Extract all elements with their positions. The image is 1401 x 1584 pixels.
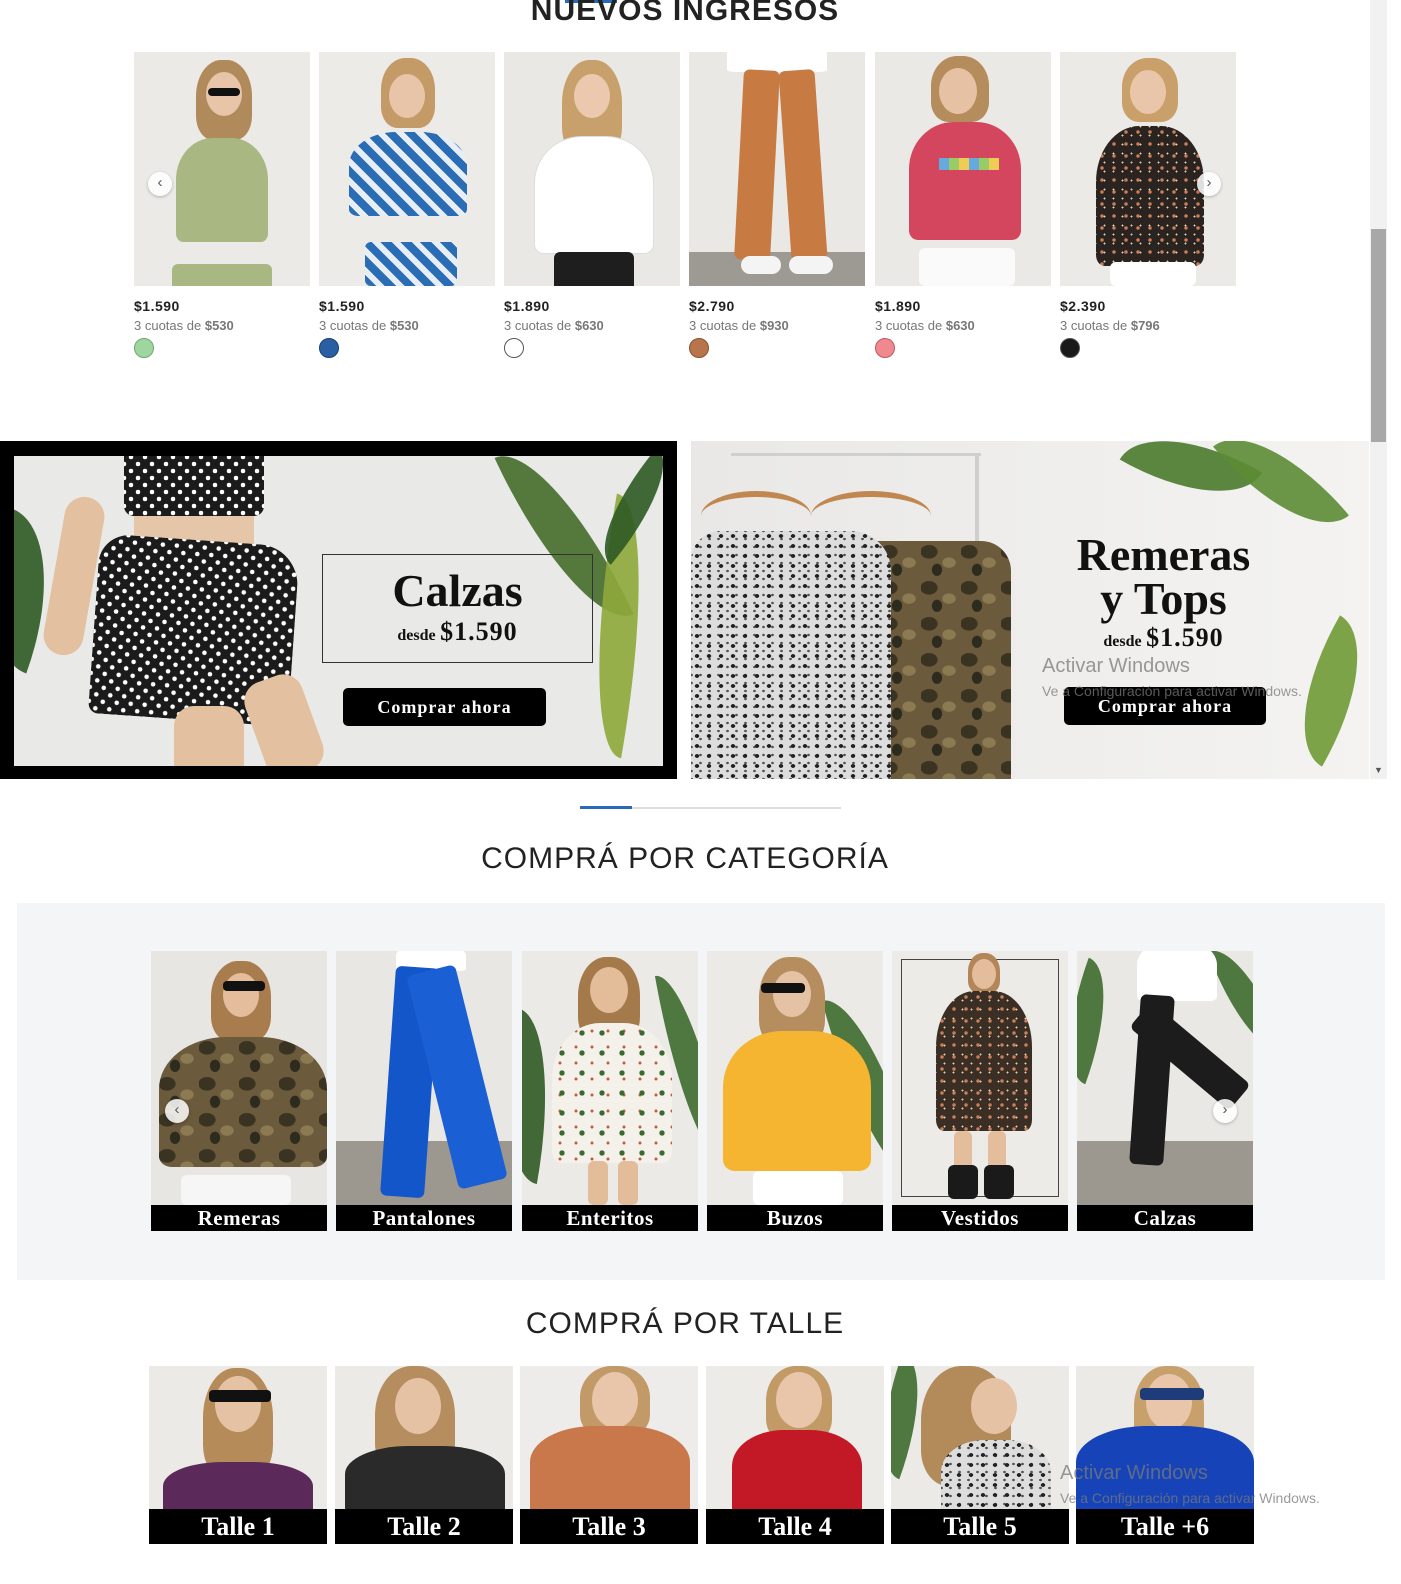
comprar-ahora-button[interactable]: Comprar ahora: [343, 688, 546, 726]
section-title-talle: COMPRÁ POR TALLE: [525, 1307, 845, 1340]
banner-price: $1.590: [440, 617, 518, 646]
product-card[interactable]: $1.590 3 cuotas de $530: [134, 52, 310, 358]
category-card-vestidos[interactable]: Vestidos: [892, 951, 1068, 1231]
product-installments: 3 cuotas de $530: [319, 318, 419, 333]
product-image[interactable]: [504, 52, 680, 286]
section-title-categoria: COMPRÁ POR CATEGORÍA: [481, 842, 889, 875]
product-card[interactable]: $2.390 3 cuotas de $796: [1060, 52, 1236, 358]
product-card[interactable]: $2.790 3 cuotas de $930: [689, 52, 865, 358]
color-swatch[interactable]: [319, 338, 339, 358]
banner-desde: desde: [1103, 633, 1142, 650]
size-card-talle-1[interactable]: Talle 1: [149, 1366, 327, 1544]
product-price: $2.390: [1060, 298, 1106, 314]
windows-activation-hint: Ve a Configuración para activar Windows.: [1042, 683, 1302, 699]
color-swatch[interactable]: [134, 338, 154, 358]
product-card[interactable]: $1.890 3 cuotas de $630: [504, 52, 680, 358]
size-label: Talle +6: [1076, 1509, 1254, 1544]
category-prev-arrow-icon[interactable]: ‹: [165, 1099, 189, 1123]
size-card-talle-4[interactable]: Talle 4: [706, 1366, 884, 1544]
product-price: $1.590: [319, 298, 365, 314]
banner-title: Remeras y Tops: [1076, 529, 1251, 624]
section-title-nuevos-ingresos: NUEVOS INGRESOS: [530, 0, 840, 27]
category-card-pantalones[interactable]: Pantalones: [336, 951, 512, 1231]
windows-activation-watermark: Activar Windows: [1060, 1462, 1208, 1484]
size-card-talle-3[interactable]: Talle 3: [520, 1366, 698, 1544]
category-label: Pantalones: [336, 1205, 512, 1231]
size-label: Talle 4: [706, 1509, 884, 1544]
size-label: Talle 3: [520, 1509, 698, 1544]
product-installments: 3 cuotas de $630: [504, 318, 604, 333]
category-label: Buzos: [707, 1205, 883, 1231]
product-price: $1.890: [504, 298, 550, 314]
category-next-arrow-icon[interactable]: ›: [1213, 1099, 1237, 1123]
product-price: $1.890: [875, 298, 921, 314]
product-card[interactable]: $1.590 3 cuotas de $530: [319, 52, 495, 358]
category-card-calzas[interactable]: Calzas: [1077, 951, 1253, 1231]
size-label: Talle 2: [335, 1509, 513, 1544]
color-swatch[interactable]: [1060, 338, 1080, 358]
product-card[interactable]: $1.890 3 cuotas de $630: [875, 52, 1051, 358]
product-installments: 3 cuotas de $796: [1060, 318, 1160, 333]
category-label: Calzas: [1077, 1205, 1253, 1231]
scroll-down-arrow-icon[interactable]: ▼: [1370, 762, 1387, 778]
banner-calzas[interactable]: Calzas desde $1.590 Comprar ahora: [0, 441, 677, 779]
size-label: Talle 5: [891, 1509, 1069, 1544]
scrollbar-thumb[interactable]: [1371, 229, 1386, 442]
banner-price: $1.590: [1146, 623, 1224, 652]
category-label: Enteritos: [522, 1205, 698, 1231]
carousel-prev-arrow-icon[interactable]: ‹: [148, 172, 172, 196]
product-price: $1.590: [134, 298, 180, 314]
product-installments: 3 cuotas de $530: [134, 318, 234, 333]
size-card-talle-6[interactable]: Talle +6: [1076, 1366, 1254, 1544]
windows-activation-hint: Ve a Configuración para activar Windows.: [1060, 1490, 1320, 1506]
category-label: Remeras: [151, 1205, 327, 1231]
product-image[interactable]: [689, 52, 865, 286]
color-swatch[interactable]: [504, 338, 524, 358]
category-card-buzos[interactable]: Buzos: [707, 951, 883, 1231]
category-card-remeras[interactable]: Remeras: [151, 951, 327, 1231]
banner-desde: desde: [397, 627, 436, 644]
product-installments: 3 cuotas de $630: [875, 318, 975, 333]
product-price: $2.790: [689, 298, 735, 314]
banner-title: Calzas: [392, 565, 523, 616]
product-image[interactable]: [319, 52, 495, 286]
product-image[interactable]: [1060, 52, 1236, 286]
product-image[interactable]: [875, 52, 1051, 286]
banner-remeras-tops[interactable]: Remeras y Tops desde $1.590 Comprar ahor…: [691, 441, 1369, 779]
size-card-talle-2[interactable]: Talle 2: [335, 1366, 513, 1544]
promo-box: Calzas desde $1.590: [322, 554, 593, 663]
size-card-talle-5[interactable]: Talle 5: [891, 1366, 1069, 1544]
color-swatch[interactable]: [875, 338, 895, 358]
product-installments: 3 cuotas de $930: [689, 318, 789, 333]
windows-activation-watermark: Activar Windows: [1042, 655, 1190, 677]
carousel-next-arrow-icon[interactable]: ›: [1197, 172, 1221, 196]
category-label: Vestidos: [892, 1205, 1068, 1231]
color-swatch[interactable]: [689, 338, 709, 358]
category-card-enteritos[interactable]: Enteritos: [522, 951, 698, 1231]
slider-indicator[interactable]: [580, 806, 632, 809]
size-label: Talle 1: [149, 1509, 327, 1544]
product-image[interactable]: [134, 52, 310, 286]
